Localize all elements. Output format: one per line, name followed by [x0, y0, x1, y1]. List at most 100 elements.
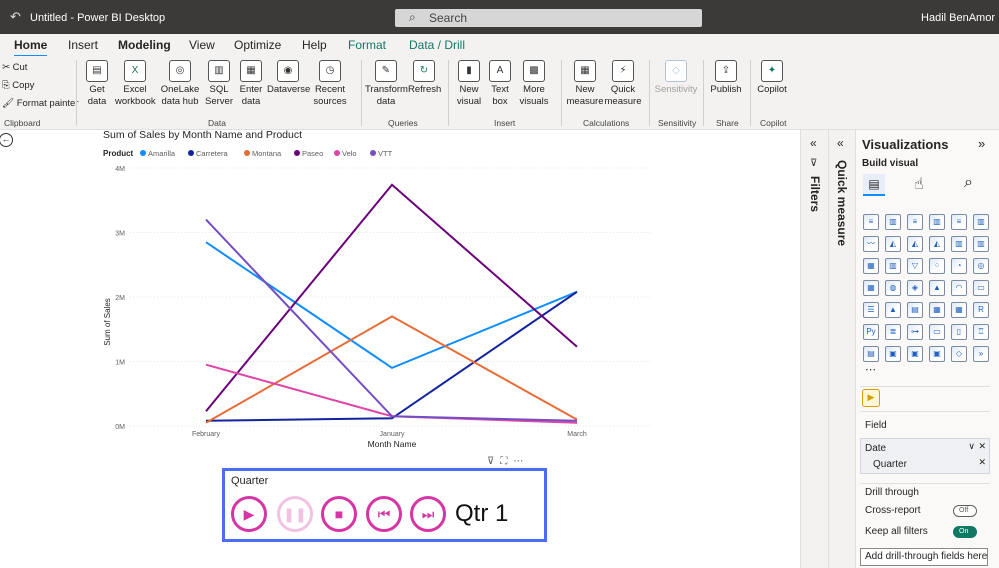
tab-view[interactable]: View — [189, 38, 215, 52]
treemap-icon[interactable]: ▦ — [863, 280, 879, 296]
cross-report-toggle[interactable]: Off — [953, 505, 977, 517]
matrix-icon[interactable]: ▦ — [951, 302, 967, 318]
collapse-pane-icon[interactable]: » — [978, 136, 985, 151]
ribbon-chart-icon[interactable]: ▦ — [863, 258, 879, 274]
tab-insert[interactable]: Insert — [68, 38, 98, 52]
visual-header-tools[interactable]: ⊽⛶⋯ — [487, 456, 529, 467]
enter-data-button[interactable]: ▦ Enter data — [237, 60, 265, 108]
python-visual-icon[interactable]: Py — [863, 324, 879, 340]
funnel-chart-icon[interactable]: ▽ — [907, 258, 923, 274]
stop-button[interactable]: ■ — [321, 496, 357, 532]
chart-legend[interactable]: Amarilla Carretera Montana Paseo Velo VTT — [140, 149, 393, 158]
power-automate-icon[interactable]: ▣ — [907, 346, 923, 362]
100-area-chart-icon[interactable]: ◭ — [929, 236, 945, 252]
dataverse-button[interactable]: ◉ Dataverse — [267, 60, 310, 96]
azure-map-icon[interactable]: ▲ — [929, 280, 945, 296]
line-chart[interactable]: Sum of Sales by Month Name and Product P… — [96, 126, 656, 456]
recent-sources-button[interactable]: ◷ Recent sources — [311, 60, 349, 108]
line-column-chart-icon[interactable]: ▥ — [951, 236, 967, 252]
series-line-montana[interactable] — [205, 315, 578, 424]
legend-item[interactable]: Paseo — [302, 149, 323, 158]
tab-home[interactable]: Home — [14, 38, 48, 57]
tab-help[interactable]: Help — [302, 38, 327, 52]
tab-modeling[interactable]: Modeling — [118, 38, 171, 52]
chevron-down-icon[interactable]: ∨ — [968, 441, 975, 452]
series-line-amarilla[interactable] — [205, 241, 578, 370]
card-icon[interactable]: ▭ — [973, 280, 989, 296]
stacked-column-chart-icon[interactable]: ▥ — [885, 214, 901, 230]
undo-icon[interactable]: ↶ — [10, 9, 21, 25]
remove-field-icon[interactable]: ✕ — [978, 441, 986, 452]
play-axis-visual-icon[interactable]: ▶ — [862, 389, 880, 407]
expand-filters-icon[interactable]: « — [810, 136, 817, 150]
add-drill-through-fields[interactable]: Add drill-through fields here — [860, 548, 988, 566]
legend-item[interactable]: Montana — [252, 149, 282, 158]
filters-pane[interactable]: « ⊽ Filters — [800, 130, 828, 568]
format-visual-icon[interactable]: ☝ — [914, 174, 924, 194]
copilot-button[interactable]: ✦ Copilot — [754, 60, 790, 96]
100-bar-chart-icon[interactable]: ≡ — [951, 214, 967, 230]
stacked-bar-chart-icon[interactable]: ≡ — [863, 214, 879, 230]
pause-button[interactable]: ❚❚ — [277, 496, 313, 532]
new-measure-button[interactable]: ▦ New measure — [566, 60, 604, 108]
quick-measure-pane[interactable]: « Quick measure — [828, 130, 855, 568]
previous-button[interactable]: ⏮ — [366, 496, 402, 532]
more-visuals-ellipsis-icon[interactable]: ⋯ — [865, 363, 876, 376]
legend-item[interactable]: Amarilla — [148, 149, 176, 158]
publish-button[interactable]: ⇪ Publish — [708, 60, 744, 96]
donut-chart-icon[interactable]: ◎ — [973, 258, 989, 274]
expand-quick-measure-icon[interactable]: « — [837, 136, 844, 150]
more-visuals-button[interactable]: ▩ More visuals — [515, 60, 553, 108]
remove-quarter-icon[interactable]: ✕ — [978, 457, 986, 468]
get-data-button[interactable]: ▤ Get data — [81, 60, 113, 108]
cut-button[interactable]: ✂ Cut — [2, 62, 27, 73]
stacked-area-chart-icon[interactable]: ◭ — [907, 236, 923, 252]
100-column-chart-icon[interactable]: ▥ — [973, 214, 989, 230]
map-icon[interactable]: ◍ — [885, 280, 901, 296]
tab-optimize[interactable]: Optimize — [234, 38, 281, 52]
field-well[interactable]: Date ∨ ✕ Quarter ✕ — [860, 438, 990, 474]
next-button[interactable]: ⏭ — [410, 496, 446, 532]
build-visual-tab-icon[interactable]: ▤ — [863, 174, 885, 196]
format-painter-button[interactable]: 🖌 Format painter — [2, 98, 78, 109]
play-button[interactable]: ▶ — [231, 496, 267, 532]
tab-format[interactable]: Format — [348, 38, 386, 52]
line-chart-icon[interactable]: 〰 — [863, 236, 879, 252]
area-chart-icon[interactable]: ◭ — [885, 236, 901, 252]
pie-chart-icon[interactable]: ◔ — [951, 258, 967, 274]
key-influencers-icon[interactable]: ≣ — [885, 324, 901, 340]
series-line-carretera[interactable] — [205, 290, 578, 422]
text-box-button[interactable]: A Text box — [487, 60, 513, 108]
chart-series[interactable] — [205, 183, 578, 424]
excel-workbook-button[interactable]: X Excel workbook — [115, 60, 156, 108]
copy-button[interactable]: ⎘ Copy — [2, 80, 34, 91]
gauge-icon[interactable]: ◠ — [951, 280, 967, 296]
paginated-report-icon[interactable]: ▤ — [863, 346, 879, 362]
table-icon[interactable]: ▦ — [929, 302, 945, 318]
legend-item[interactable]: Carretera — [196, 149, 229, 158]
tab-data-drill[interactable]: Data / Drill — [409, 38, 465, 52]
power-apps-icon[interactable]: ▣ — [885, 346, 901, 362]
clustered-column-chart-icon[interactable]: ▥ — [929, 214, 945, 230]
series-line-paseo[interactable] — [205, 183, 578, 412]
play-axis-slicer[interactable]: Quarter ▶ ❚❚ ■ ⏮ ⏭ Qtr 1 — [222, 468, 547, 542]
narrative-icon[interactable]: ▯ — [951, 324, 967, 340]
sensitivity-button[interactable]: ◇ Sensitivity — [654, 60, 698, 96]
series-line-velo[interactable] — [205, 363, 578, 424]
slicer-icon[interactable]: ▤ — [907, 302, 923, 318]
keep-all-filters-toggle[interactable]: On — [953, 526, 977, 538]
analytics-icon[interactable]: ⌕ — [964, 174, 973, 192]
chevron-visual-icon[interactable]: » — [973, 346, 989, 362]
clustered-bar-chart-icon[interactable]: ≡ — [907, 214, 923, 230]
decomposition-tree-icon[interactable]: ⊶ — [907, 324, 923, 340]
filled-map-icon[interactable]: ◈ — [907, 280, 923, 296]
custom-visual-icon[interactable]: ▣ — [929, 346, 945, 362]
multi-row-card-icon[interactable]: ☰ — [863, 302, 879, 318]
refresh-button[interactable]: ↻ Refresh — [408, 60, 441, 96]
diamond-visual-icon[interactable]: ◇ — [951, 346, 967, 362]
kpi-icon[interactable]: ▲ — [885, 302, 901, 318]
legend-item[interactable]: VTT — [378, 149, 393, 158]
r-visual-icon[interactable]: R — [973, 302, 989, 318]
sql-server-button[interactable]: ▥ SQL Server — [205, 60, 233, 108]
goals-icon[interactable]: ♖ — [973, 324, 989, 340]
